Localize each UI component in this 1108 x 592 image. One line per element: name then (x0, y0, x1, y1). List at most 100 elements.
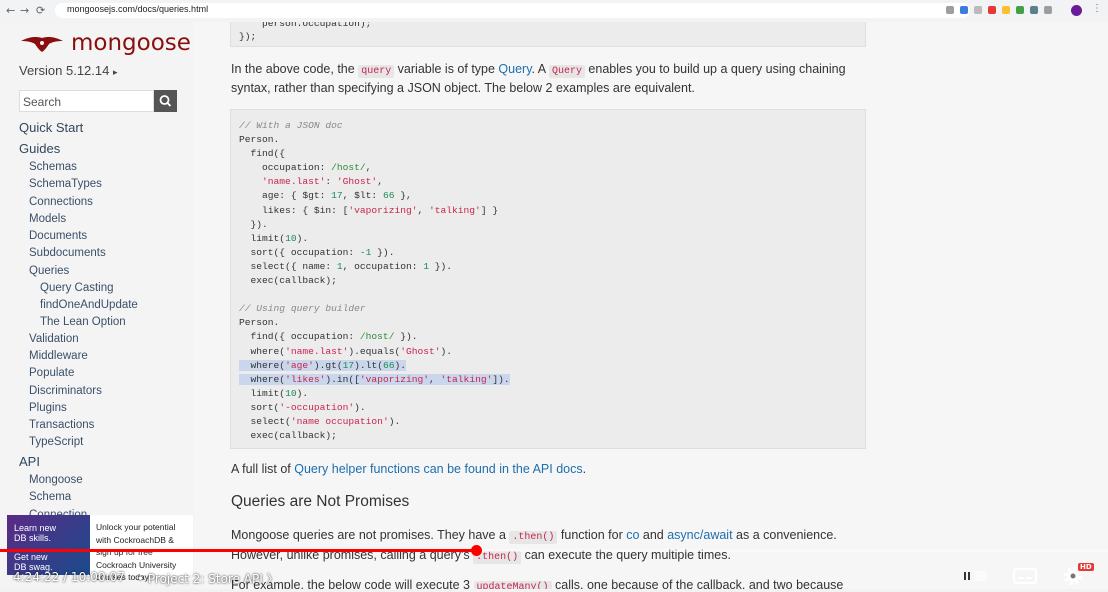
back-icon[interactable]: ← (6, 4, 15, 17)
sidebar-item-validation[interactable]: Validation (29, 333, 79, 345)
code-regex: /host/ (359, 331, 395, 343)
extension-icons (946, 4, 1052, 18)
code-text: where( (239, 373, 286, 385)
address-bar[interactable]: mongoosejs.com/docs/queries.html (55, 3, 970, 18)
sidebar-item-typescript[interactable]: TypeScript (29, 436, 83, 448)
logo-text: mongoose (71, 30, 191, 56)
extension-icon[interactable] (1016, 6, 1024, 14)
sidebar-item-models[interactable]: Models (29, 213, 66, 225)
code-text: select( (239, 415, 291, 427)
code-text: }). (394, 331, 418, 343)
inline-code: Query (548, 65, 585, 78)
sidebar-item-api[interactable]: API (19, 454, 40, 469)
text: Mongoose queries are not promises. They … (231, 528, 510, 542)
extension-icon[interactable] (1002, 6, 1010, 14)
text: A full list of (231, 462, 295, 476)
async-await-link[interactable]: async/await (667, 528, 732, 542)
sidebar-item-query-casting[interactable]: Query Casting (40, 282, 114, 294)
code-selection: where('likes').in(['vaporizing', 'talkin… (239, 373, 510, 385)
sidebar-item-plugins[interactable]: Plugins (29, 402, 67, 414)
search-input[interactable]: Search (19, 90, 154, 112)
time-display: 4:24:22 / 10:00:07 (13, 570, 125, 584)
code-text: ). (394, 359, 406, 371)
sidebar-item-the-lean-option[interactable]: The Lean Option (40, 316, 126, 328)
code-text: ).in([ (325, 373, 360, 385)
co-link[interactable]: co (626, 528, 639, 542)
code-line: person.occupation); (239, 22, 372, 29)
code-text: select({ name: (239, 260, 337, 272)
sidebar-item-mongoose[interactable]: Mongoose (29, 474, 83, 486)
code-text: , (417, 204, 429, 216)
sidebar-item-middleware[interactable]: Middleware (29, 350, 88, 362)
code-text: find({ (239, 148, 286, 160)
subtitles-button[interactable] (1013, 567, 1037, 590)
thumb-text: DB skills. (14, 533, 52, 543)
code-text: ). (296, 232, 309, 244)
code-string: 'Ghost' (400, 345, 441, 357)
code-text: Person. (239, 317, 280, 329)
extension-icon[interactable] (1030, 6, 1038, 14)
search-button[interactable] (154, 90, 177, 112)
sidebar-item-queries[interactable]: Queries (29, 265, 69, 277)
sidebar-item-quick-start[interactable]: Quick Start (19, 120, 83, 135)
sidebar-item-schematypes[interactable]: SchemaTypes (29, 178, 102, 190)
code-text: likes: { $in: [ (239, 204, 349, 216)
sidebar-item-connections[interactable]: Connections (29, 196, 93, 208)
sidebar-item-schemas[interactable]: Schemas (29, 161, 77, 173)
mongoose-logo[interactable]: mongoose (19, 28, 191, 58)
forward-icon[interactable]: → (20, 4, 29, 17)
sponsor-card[interactable]: Learn new DB skills. Get new DB swag. Un… (7, 515, 193, 582)
code-string: 'name occupation' (290, 415, 389, 427)
settings-button[interactable]: HD (1061, 563, 1094, 592)
extension-icon[interactable] (974, 6, 982, 14)
version-selector[interactable]: Version 5.12.14 ▸ (19, 63, 118, 78)
sidebar-item-schema[interactable]: Schema (29, 491, 71, 503)
extension-icon[interactable] (960, 6, 968, 14)
api-docs-link[interactable]: Query helper functions can be found in t… (294, 462, 582, 476)
autoplay-toggle[interactable] (956, 567, 990, 590)
code-text: , $lt: (342, 190, 383, 202)
mongoose-logo-icon (21, 37, 63, 52)
code-string: 'name.last' (262, 176, 326, 188)
sidebar-item-findoneandupdate[interactable]: findOneAndUpdate (40, 299, 138, 311)
code-number: 17 (342, 359, 355, 371)
code-text: ] } (480, 204, 499, 216)
text: function for (557, 528, 627, 542)
puzzle-icon[interactable] (1044, 6, 1052, 14)
inline-code: .then() (509, 531, 558, 544)
sidebar-item-discriminators[interactable]: Discriminators (29, 385, 102, 397)
progress-played (0, 549, 477, 552)
extension-icon[interactable] (988, 6, 996, 14)
code-text: sort( (239, 401, 280, 413)
code-number: 66 (382, 190, 395, 202)
code-text: , (377, 176, 383, 188)
sponsor-thumbnail: Learn new DB skills. Get new DB swag. (7, 515, 90, 575)
code-comment: // With a JSON doc (239, 120, 343, 131)
code-text: }). (429, 260, 453, 272)
sidebar-item-subdocuments[interactable]: Subdocuments (29, 247, 106, 259)
query-link[interactable]: Query (498, 62, 531, 76)
version-label: Version 5.12.14 (19, 63, 110, 78)
text: as a convenience. (732, 528, 837, 542)
text: . (582, 462, 587, 476)
sidebar-item-documents[interactable]: Documents (29, 230, 87, 242)
browser-toolbar: ← → ⟳ mongoosejs.com/docs/queries.html ⋮ (0, 0, 1108, 23)
star-icon[interactable] (946, 6, 954, 14)
code-text: , occupation: (342, 260, 424, 272)
reload-icon[interactable]: ⟳ (36, 4, 45, 17)
sidebar-item-transactions[interactable]: Transactions (29, 419, 94, 431)
code-number: -1 (359, 246, 372, 258)
code-text: ). (388, 415, 401, 427)
code-text: exec(callback); (239, 430, 337, 442)
code-number: 10 (285, 387, 297, 399)
kebab-menu-icon[interactable]: ⋮ (1092, 3, 1102, 14)
code-text: }). (239, 218, 268, 230)
code-block-examples: // With a JSON doc Person. find({ occupa… (230, 109, 866, 449)
search-placeholder: Search (23, 95, 62, 109)
sidebar-item-populate[interactable]: Populate (29, 367, 74, 379)
avatar[interactable] (1071, 5, 1082, 16)
sidebar-item-guides[interactable]: Guides (19, 141, 60, 156)
paragraph-query-type: In the above code, the query variable is… (231, 62, 846, 78)
chapter-button[interactable]: • Project 2: Store API 〉 (137, 570, 279, 587)
thumb-text: Learn new (14, 523, 57, 533)
